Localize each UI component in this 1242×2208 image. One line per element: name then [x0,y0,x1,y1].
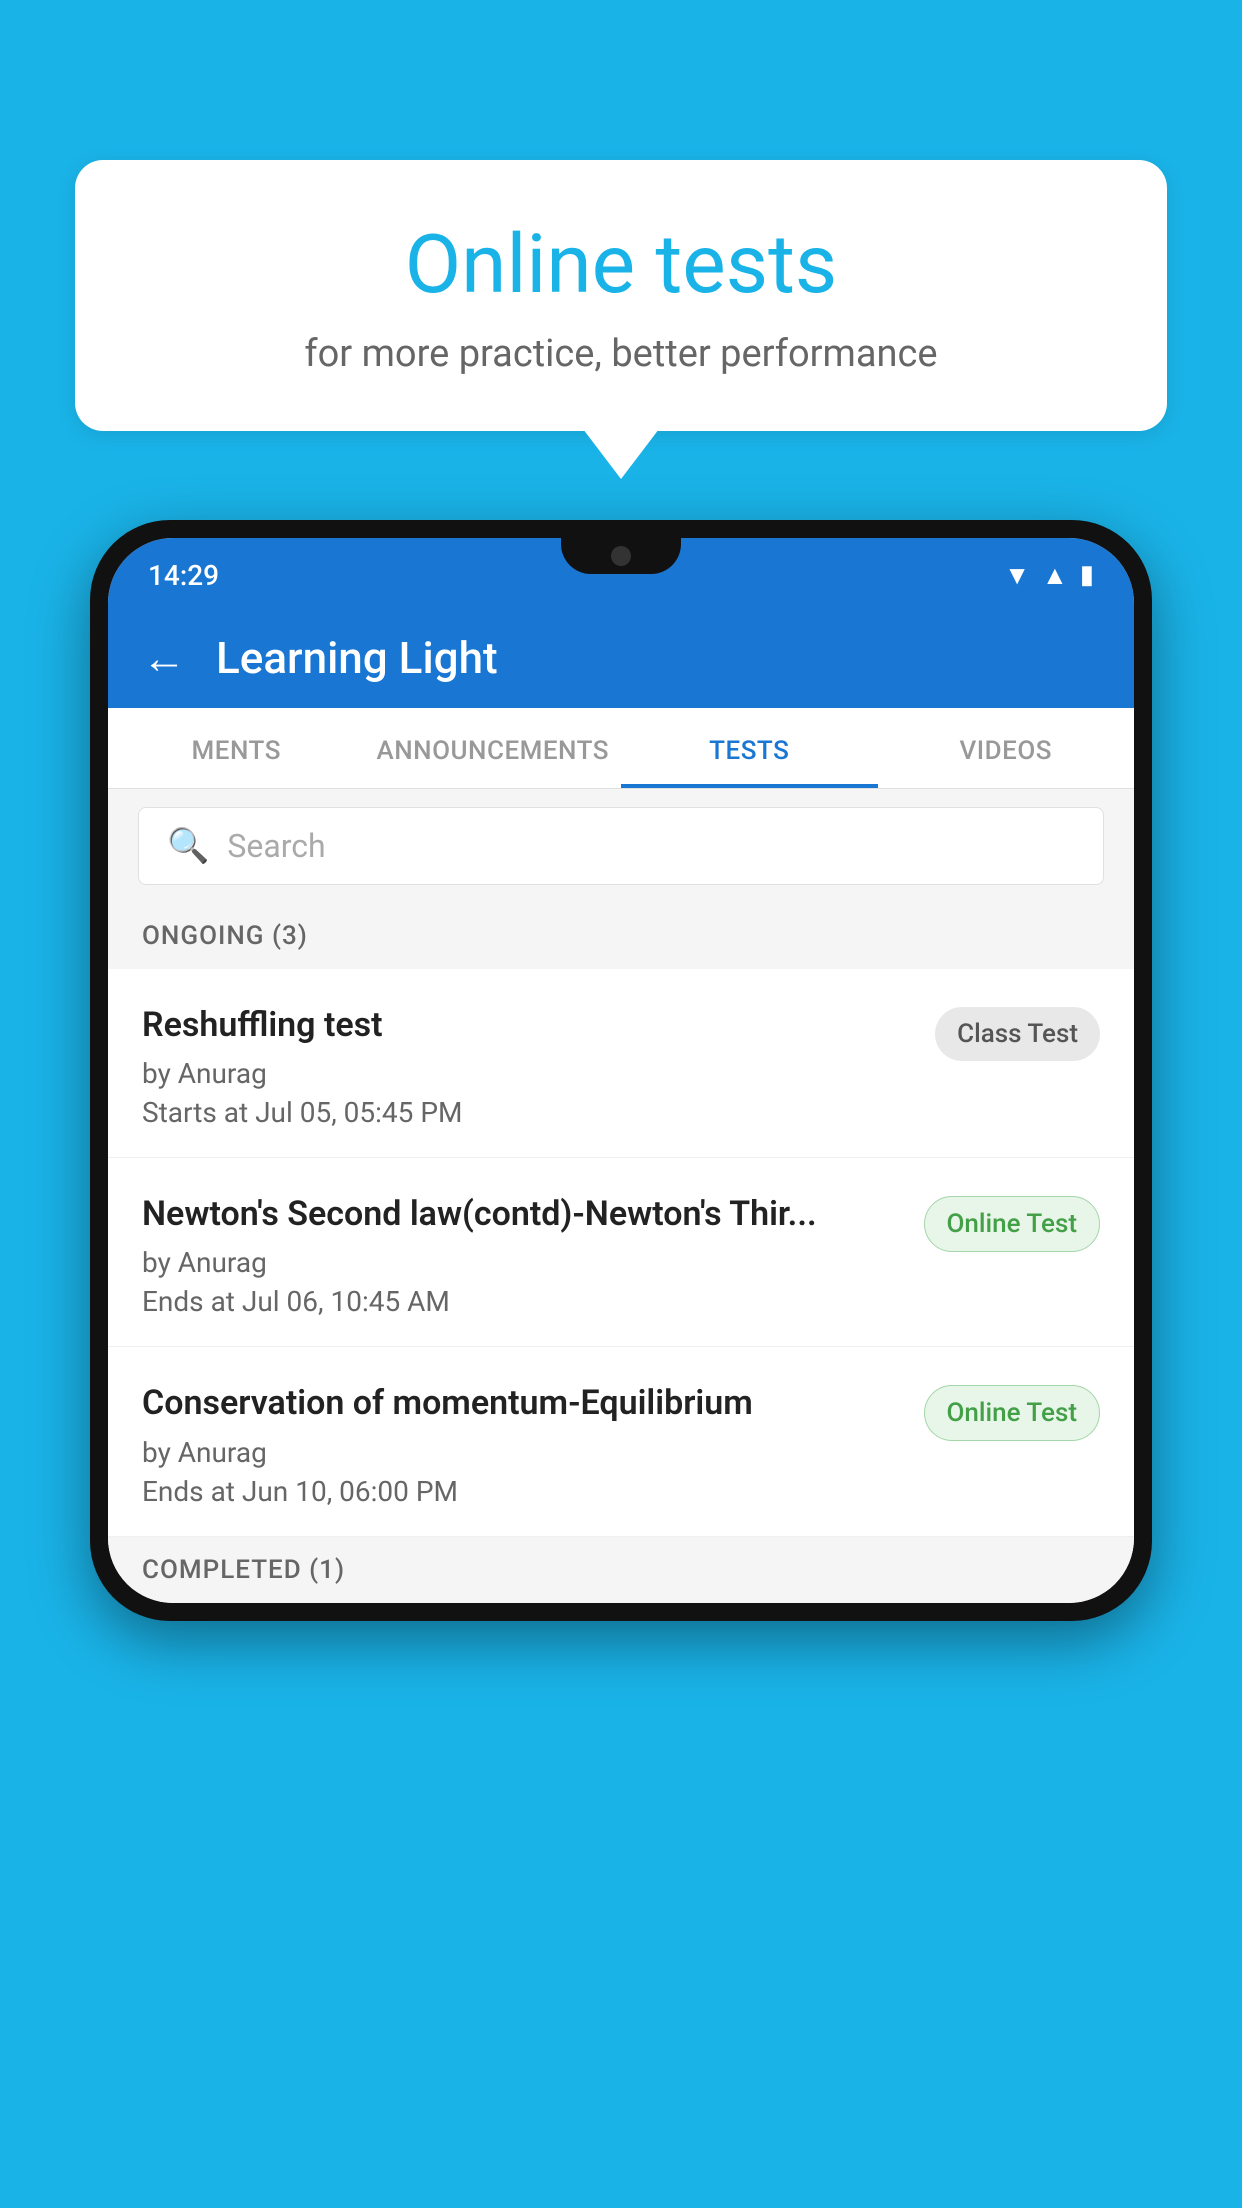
ongoing-section-header: ONGOING (3) [108,903,1134,969]
app-header: ← Learning Light [108,608,1134,708]
test-author: by Anurag [142,1246,904,1279]
test-badge: Online Test [924,1385,1101,1441]
test-item[interactable]: Reshuffling test by Anurag Starts at Jul… [108,969,1134,1158]
test-content: Conservation of momentum-Equilibrium by … [142,1381,904,1507]
tab-announcements[interactable]: ANNOUNCEMENTS [365,708,622,788]
test-time: Ends at Jul 06, 10:45 AM [142,1285,904,1318]
back-button[interactable]: ← [142,636,186,680]
wifi-icon: ▼ [1004,560,1030,591]
phone-wrapper: 14:29 ▼ ▲ ▮ ← Learning Light MENTS ANNOU… [90,520,1152,1621]
test-badge: Online Test [924,1196,1101,1252]
app-title: Learning Light [216,632,498,684]
bubble-title: Online tests [125,220,1117,310]
phone: 14:29 ▼ ▲ ▮ ← Learning Light MENTS ANNOU… [90,520,1152,1621]
test-time: Ends at Jun 10, 06:00 PM [142,1475,904,1508]
tab-bar: MENTS ANNOUNCEMENTS TESTS VIDEOS [108,708,1134,789]
test-author: by Anurag [142,1057,915,1090]
phone-screen: 14:29 ▼ ▲ ▮ ← Learning Light MENTS ANNOU… [108,538,1134,1603]
search-icon: 🔍 [167,826,209,866]
test-name: Newton's Second law(contd)-Newton's Thir… [142,1192,904,1236]
front-camera [611,546,631,566]
test-author: by Anurag [142,1436,904,1469]
tab-videos[interactable]: VIDEOS [878,708,1135,788]
search-input[interactable]: 🔍 Search [138,807,1104,885]
search-placeholder: Search [227,827,325,865]
test-item[interactable]: Conservation of momentum-Equilibrium by … [108,1347,1134,1536]
phone-notch [561,538,681,574]
tab-tests[interactable]: TESTS [621,708,878,788]
status-time: 14:29 [148,559,219,592]
test-name: Reshuffling test [142,1003,915,1047]
completed-section-header: COMPLETED (1) [108,1537,1134,1603]
bubble-subtitle: for more practice, better performance [125,332,1117,376]
speech-bubble-container: Online tests for more practice, better p… [75,160,1167,431]
test-content: Reshuffling test by Anurag Starts at Jul… [142,1003,915,1129]
test-content: Newton's Second law(contd)-Newton's Thir… [142,1192,904,1318]
tab-ments[interactable]: MENTS [108,708,365,788]
test-list: Reshuffling test by Anurag Starts at Jul… [108,969,1134,1537]
test-name: Conservation of momentum-Equilibrium [142,1381,904,1425]
signal-icon: ▲ [1042,560,1068,591]
speech-bubble: Online tests for more practice, better p… [75,160,1167,431]
test-badge: Class Test [935,1007,1100,1061]
status-icons: ▼ ▲ ▮ [1004,560,1094,591]
test-time: Starts at Jul 05, 05:45 PM [142,1096,915,1129]
search-bar-container: 🔍 Search [108,789,1134,903]
test-item[interactable]: Newton's Second law(contd)-Newton's Thir… [108,1158,1134,1347]
battery-icon: ▮ [1080,560,1094,590]
